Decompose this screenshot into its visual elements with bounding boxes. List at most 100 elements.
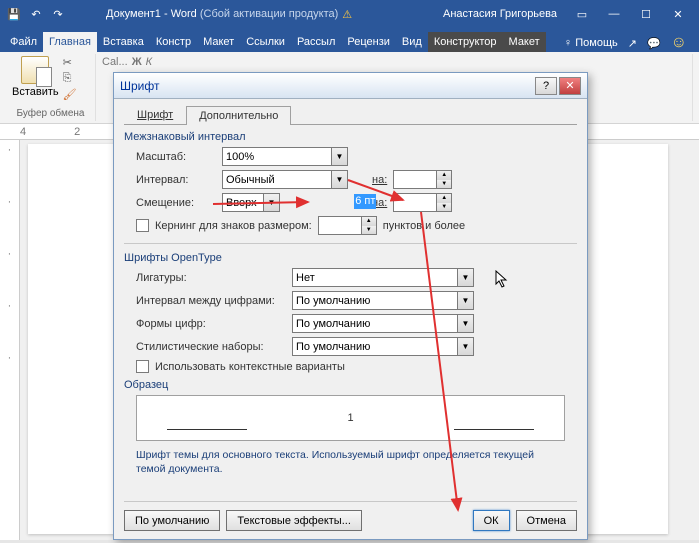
spin-down-icon[interactable]: ▼ bbox=[362, 226, 376, 235]
ok-button[interactable]: ОК bbox=[473, 510, 510, 531]
redo-icon[interactable]: ↷ bbox=[50, 6, 66, 22]
spacing-by-input[interactable] bbox=[394, 171, 436, 188]
stylistic-sets-combo[interactable]: ▼ bbox=[292, 337, 474, 356]
tab-file[interactable]: Файл bbox=[4, 32, 43, 52]
document-title: Документ1 - Word (Сбой активации продукт… bbox=[106, 8, 338, 20]
tab-table-design[interactable]: Конструктор bbox=[428, 32, 503, 52]
spin-up-icon[interactable]: ▲ bbox=[362, 217, 376, 226]
format-painter-icon[interactable]: 🖌 bbox=[63, 88, 81, 102]
help-label[interactable]: ♀ Помощь bbox=[564, 37, 618, 49]
close-icon[interactable]: ✕ bbox=[663, 4, 693, 24]
chevron-down-icon[interactable]: ▼ bbox=[331, 171, 347, 188]
spin-up-icon[interactable]: ▲ bbox=[437, 171, 451, 180]
spacing-input[interactable] bbox=[223, 171, 331, 188]
share-icon[interactable]: ↗ bbox=[628, 37, 637, 50]
text-effects-button[interactable]: Текстовые эффекты... bbox=[226, 510, 362, 531]
kerning-label: Кернинг для знаков размером: bbox=[155, 220, 312, 232]
paste-button[interactable]: Вставить bbox=[12, 56, 59, 102]
number-spacing-input[interactable] bbox=[293, 292, 457, 309]
undo-icon[interactable]: ↶ bbox=[28, 6, 44, 22]
ribbon-tabs: Файл Главная Вставка Констр Макет Ссылки… bbox=[0, 28, 699, 52]
scale-input[interactable] bbox=[223, 148, 331, 165]
ligatures-label: Лигатуры: bbox=[136, 272, 286, 284]
feedback-icon[interactable]: 💬 bbox=[647, 37, 661, 50]
chevron-down-icon[interactable]: ▼ bbox=[457, 292, 473, 309]
italic-button[interactable]: К bbox=[146, 56, 152, 68]
kerning-input[interactable] bbox=[319, 217, 361, 234]
contextual-checkbox[interactable] bbox=[136, 360, 149, 373]
dialog-title: Шрифт bbox=[120, 79, 159, 93]
tab-font-page[interactable]: Шрифт bbox=[124, 105, 186, 124]
tab-review[interactable]: Рецензи bbox=[341, 32, 396, 52]
spacing-label: Интервал: bbox=[136, 174, 216, 186]
set-default-button[interactable]: По умолчанию bbox=[124, 510, 220, 531]
kerning-after-label: пунктов и более bbox=[383, 220, 465, 232]
position-label: Смещение: bbox=[136, 197, 216, 209]
user-name[interactable]: Анастасия Григорьева bbox=[443, 8, 557, 20]
bold-button[interactable]: Ж bbox=[132, 56, 142, 68]
dialog-help-icon[interactable]: ? bbox=[535, 77, 557, 95]
copy-icon[interactable]: ⎘ bbox=[63, 72, 81, 86]
tab-design[interactable]: Констр bbox=[150, 32, 197, 52]
spin-down-icon[interactable]: ▼ bbox=[437, 180, 451, 189]
kerning-checkbox[interactable] bbox=[136, 219, 149, 232]
kerning-spinner[interactable]: ▲▼ bbox=[318, 216, 377, 235]
preview-text: 1 bbox=[347, 412, 353, 424]
opentype-group: Шрифты OpenType bbox=[124, 252, 577, 264]
tab-mailings[interactable]: Рассыл bbox=[291, 32, 341, 52]
spacing-by-spinner[interactable]: ▲▼ bbox=[393, 170, 452, 189]
chevron-down-icon[interactable]: ▼ bbox=[263, 194, 279, 211]
font-name-box[interactable]: Cal... bbox=[102, 56, 128, 68]
save-icon[interactable]: 💾 bbox=[6, 6, 22, 22]
number-forms-combo[interactable]: ▼ bbox=[292, 314, 474, 333]
position-by-input[interactable] bbox=[394, 194, 436, 211]
tab-view[interactable]: Вид bbox=[396, 32, 428, 52]
tab-advanced-page[interactable]: Дополнительно bbox=[186, 106, 291, 125]
ligatures-input[interactable] bbox=[293, 269, 457, 286]
cancel-button[interactable]: Отмена bbox=[516, 510, 577, 531]
dialog-close-icon[interactable]: ✕ bbox=[559, 77, 581, 95]
tab-table-layout[interactable]: Макет bbox=[503, 32, 546, 52]
chevron-down-icon[interactable]: ▼ bbox=[331, 148, 347, 165]
clipboard-group-label: Буфер обмена bbox=[12, 108, 89, 119]
number-forms-label: Формы цифр: bbox=[136, 318, 286, 330]
vertical-ruler[interactable]: ····· bbox=[0, 140, 20, 540]
spacing-combo[interactable]: ▼ bbox=[222, 170, 348, 189]
spin-down-icon[interactable]: ▼ bbox=[437, 203, 451, 212]
stylistic-sets-label: Стилистические наборы: bbox=[136, 341, 286, 353]
position-by-value-selected: 6 пт bbox=[354, 194, 376, 209]
paste-icon bbox=[21, 56, 49, 84]
tab-layout[interactable]: Макет bbox=[197, 32, 240, 52]
cut-icon[interactable]: ✂ bbox=[63, 56, 81, 70]
preview-box: 1 bbox=[136, 395, 565, 441]
maximize-icon[interactable]: ☐ bbox=[631, 4, 661, 24]
font-dialog: Шрифт ? ✕ Шрифт Дополнительно Межзнаковы… bbox=[113, 72, 588, 540]
spin-up-icon[interactable]: ▲ bbox=[437, 194, 451, 203]
spacing-by-label: на: bbox=[372, 174, 387, 186]
chevron-down-icon[interactable]: ▼ bbox=[457, 315, 473, 332]
scale-combo[interactable]: ▼ bbox=[222, 147, 348, 166]
minimize-icon[interactable]: — bbox=[599, 4, 629, 24]
smiley-icon[interactable]: ☺ bbox=[671, 34, 687, 52]
scale-label: Масштаб: bbox=[136, 151, 216, 163]
stylistic-sets-input[interactable] bbox=[293, 338, 457, 355]
window-controls: ▭ — ☐ ✕ bbox=[567, 4, 693, 24]
dialog-titlebar[interactable]: Шрифт ? ✕ bbox=[114, 73, 587, 99]
number-forms-input[interactable] bbox=[293, 315, 457, 332]
preview-group: Образец bbox=[124, 379, 577, 391]
tab-references[interactable]: Ссылки bbox=[240, 32, 291, 52]
tab-insert[interactable]: Вставка bbox=[97, 32, 150, 52]
dialog-tabs: Шрифт Дополнительно bbox=[124, 105, 577, 125]
number-spacing-combo[interactable]: ▼ bbox=[292, 291, 474, 310]
position-by-spinner[interactable]: 6 пт ▲▼ bbox=[393, 193, 452, 212]
preview-hint: Шрифт темы для основного текста. Использ… bbox=[124, 445, 577, 480]
tab-home[interactable]: Главная bbox=[43, 32, 97, 52]
chevron-down-icon[interactable]: ▼ bbox=[457, 338, 473, 355]
position-combo[interactable]: ▼ bbox=[222, 193, 280, 212]
chevron-down-icon[interactable]: ▼ bbox=[457, 269, 473, 286]
title-bar: 💾 ↶ ↷ Документ1 - Word (Сбой активации п… bbox=[0, 0, 699, 28]
ribbon-display-icon[interactable]: ▭ bbox=[567, 4, 597, 24]
position-input[interactable] bbox=[223, 194, 263, 211]
contextual-label: Использовать контекстные варианты bbox=[155, 361, 345, 373]
ligatures-combo[interactable]: ▼ bbox=[292, 268, 474, 287]
